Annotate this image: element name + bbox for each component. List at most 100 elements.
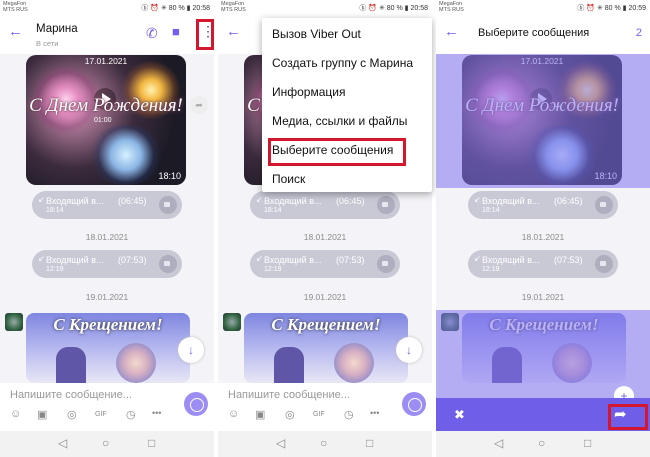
selected-highlight[interactable] (436, 54, 650, 188)
nav-recent-icon[interactable]: □ (148, 436, 155, 450)
message-composer: Напишите сообщение... ☺ ▣ ◎ GIF ◷ ••• (0, 383, 214, 431)
image-message[interactable]: С Крещением! (26, 313, 190, 383)
nav-home-icon[interactable]: ○ (538, 436, 545, 450)
highlight-more-button (196, 19, 214, 50)
call-label: Входящий в... (264, 255, 322, 265)
video-camera-icon[interactable] (159, 196, 177, 214)
timer-icon[interactable]: ◷ (126, 408, 136, 421)
video-camera-icon[interactable] (595, 255, 613, 273)
video-camera-icon[interactable] (595, 196, 613, 214)
gif-icon[interactable]: GIF (95, 411, 107, 418)
call-message[interactable]: ↙ Входящий в... (06:45) 18:14 (32, 191, 182, 219)
gif-icon[interactable]: GIF (313, 411, 325, 418)
call-time: 12:19 (264, 266, 282, 273)
nav-back-icon[interactable]: ◁ (58, 436, 67, 450)
scroll-down-icon[interactable]: ↓ (396, 337, 422, 363)
call-message[interactable]: ↙ Входящий в... (06:45) 18:14 (250, 191, 400, 219)
call-duration: (06:45) (336, 196, 365, 206)
call-label: Входящий в... (264, 196, 322, 206)
nav-recent-icon[interactable]: □ (584, 436, 591, 450)
highlight-forward-button (608, 404, 648, 430)
call-time: 12:19 (482, 266, 500, 273)
incoming-call-icon: ↙ (38, 195, 45, 204)
back-arrow-icon[interactable]: ← (444, 23, 459, 40)
gallery-icon[interactable]: ▣ (255, 408, 265, 421)
date-separator: 18.01.2021 (85, 232, 129, 242)
call-message[interactable]: ↙ Входящий в... (07:53) 12:19 (32, 250, 182, 278)
video-length: 01:00 (94, 117, 112, 124)
call-message[interactable]: ↙ Входящий в... (06:45) 18:14 (468, 191, 618, 219)
send-button[interactable] (402, 392, 426, 416)
nav-back-icon[interactable]: ◁ (276, 436, 285, 450)
nav-home-icon[interactable]: ○ (102, 436, 109, 450)
menu-item-search[interactable]: Поиск (272, 172, 305, 186)
image-message[interactable]: С Крещением! (244, 313, 408, 383)
camera-icon[interactable]: ◎ (67, 408, 77, 421)
sticker-icon[interactable]: ☺ (10, 408, 21, 420)
share-icon[interactable]: ➦ (190, 96, 208, 114)
date-separator: 19.01.2021 (303, 292, 347, 302)
call-message[interactable]: ↙ Входящий в... (07:53) 12:19 (468, 250, 618, 278)
more-icon[interactable]: ••• (370, 408, 379, 418)
back-arrow-icon[interactable]: ← (226, 23, 241, 40)
selected-count: 2 (635, 27, 642, 39)
carrier-info: MegaFon MTS RUS (3, 1, 28, 13)
nav-back-icon[interactable]: ◁ (494, 436, 503, 450)
date-separator: 18.01.2021 (521, 232, 565, 242)
message-composer: Напишите сообщение... ☺ ▣ ◎ GIF ◷ ••• (218, 383, 432, 431)
incoming-call-icon: ↙ (256, 195, 263, 204)
highlight-select-messages (268, 138, 406, 166)
video-camera-icon[interactable] (377, 255, 395, 273)
selection-header: ← Выберите сообщения 2 (436, 14, 650, 54)
system-nav-bar: ◁ ○ □ (436, 431, 650, 457)
call-duration: (07:53) (336, 255, 365, 265)
more-icon[interactable]: ••• (152, 408, 161, 418)
menu-item-create-group[interactable]: Создать группу с Марина (272, 56, 413, 70)
sticker-icon[interactable]: ☺ (228, 408, 239, 420)
timer-icon[interactable]: ◷ (344, 408, 354, 421)
gallery-icon[interactable]: ▣ (37, 408, 47, 421)
image-greeting-text: С Крещением! (271, 315, 381, 334)
delete-icon[interactable]: ✖ (454, 407, 465, 423)
menu-item-media[interactable]: Медиа, ссылки и файлы (272, 114, 407, 128)
video-call-icon[interactable]: ■ (172, 24, 180, 39)
chat-header: ← Марина В сети ✆ ■ ⋮ (0, 14, 214, 54)
call-time: 18:14 (264, 207, 282, 214)
selection-screen: MegaFon MTS RUS ⓑ ⏰ ✳ 80 % ▮ 20:59 ← Выбе… (436, 0, 650, 457)
message-input[interactable]: Напишите сообщение... (228, 389, 350, 401)
contact-status: В сети (36, 39, 59, 48)
call-label: Входящий в... (482, 196, 540, 206)
send-button[interactable] (184, 392, 208, 416)
menu-item-viber-out[interactable]: Вызов Viber Out (272, 27, 361, 41)
status-bar: MegaFon MTS RUS ⓑ ⏰ ✳ 80 % ▮ 20:58 (0, 0, 214, 14)
selected-highlight[interactable] (436, 310, 650, 398)
chat-screen: MegaFon MTS RUS ⓑ ⏰ ✳ 80 % ▮ 20:58 ← Мари… (0, 0, 214, 457)
date-separator: 19.01.2021 (521, 292, 565, 302)
call-time: 18:14 (46, 207, 64, 214)
call-time: 18:14 (482, 207, 500, 214)
call-message[interactable]: ↙ Входящий в... (07:53) 12:19 (250, 250, 400, 278)
scroll-down-icon[interactable]: ↓ (178, 337, 204, 363)
avatar[interactable] (223, 313, 241, 331)
back-arrow-icon[interactable]: ← (8, 23, 23, 40)
phone-icon[interactable]: ✆ (146, 25, 158, 42)
message-date: 17.01.2021 (84, 56, 128, 66)
avatar[interactable] (5, 313, 23, 331)
menu-item-info[interactable]: Информация (272, 85, 345, 99)
nav-recent-icon[interactable]: □ (366, 436, 373, 450)
nav-home-icon[interactable]: ○ (320, 436, 327, 450)
message-time: 18:10 (158, 171, 181, 181)
status-icons: ⓑ ⏰ ✳ 80 % ▮ 20:59 (577, 5, 646, 12)
video-camera-icon[interactable] (159, 255, 177, 273)
camera-icon[interactable]: ◎ (285, 408, 295, 421)
video-message[interactable]: 17.01.2021 С Днем Рождения! 01:00 18:10 (26, 55, 186, 185)
carrier-info: MegaFon MTS RUS (221, 1, 246, 13)
video-camera-icon[interactable] (377, 196, 395, 214)
status-bar: MegaFon MTS RUS ⓑ ⏰ ✳ 80 % ▮ 20:58 (218, 0, 432, 14)
call-time: 12:19 (46, 266, 64, 273)
status-bar: MegaFon MTS RUS ⓑ ⏰ ✳ 80 % ▮ 20:59 (436, 0, 650, 14)
call-duration: (07:53) (554, 255, 583, 265)
call-label: Входящий в... (46, 255, 104, 265)
message-input[interactable]: Напишите сообщение... (10, 389, 132, 401)
contact-name[interactable]: Марина (36, 23, 78, 35)
